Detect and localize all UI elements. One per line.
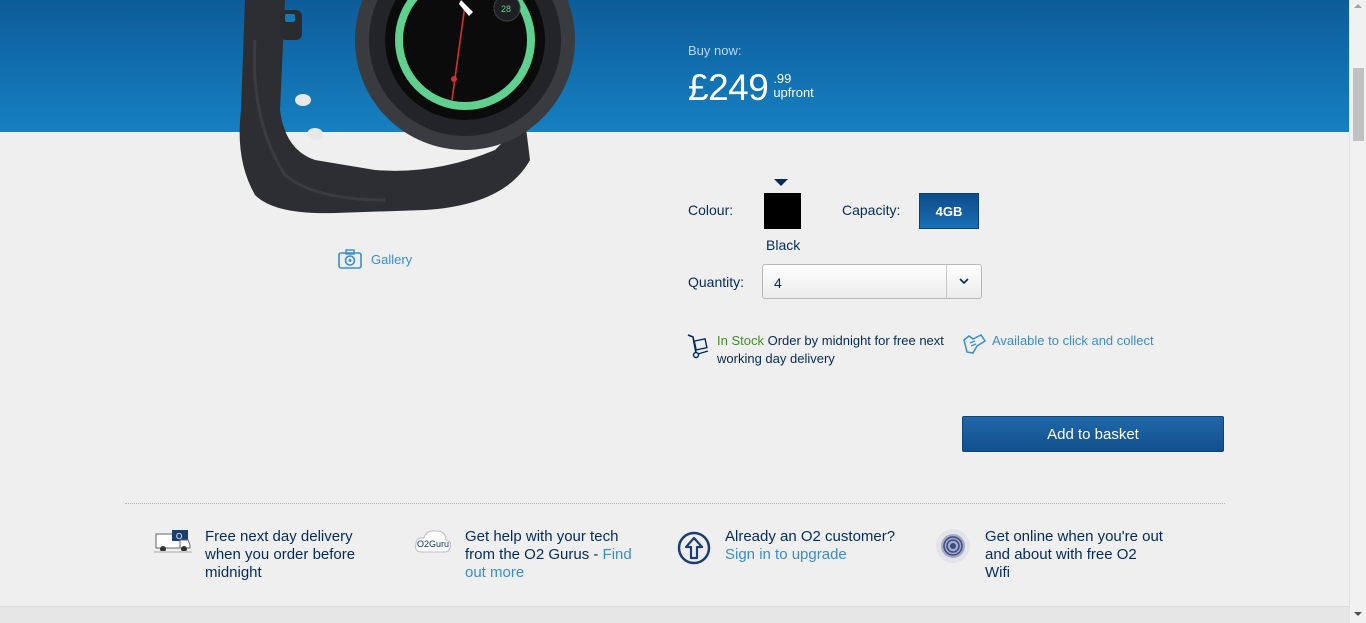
stock-info: In Stock Order by midnight for free next… <box>717 332 947 368</box>
quantity-select[interactable]: 4 <box>762 264 982 299</box>
click-collect-link[interactable]: Available to click and collect <box>992 332 1154 350</box>
capacity-option-4gb[interactable]: 4GB <box>919 193 979 229</box>
feature-upgrade: Already an O2 customer? Sign in to upgra… <box>725 528 915 564</box>
footer-band <box>0 606 1349 623</box>
scroll-down-icon[interactable] <box>1354 612 1362 616</box>
sign-in-upgrade-link[interactable]: Sign in to upgrade <box>725 546 847 563</box>
price-hero-banner <box>0 0 1349 132</box>
feature-gurus: Get help with your tech from the O2 Guru… <box>465 528 650 582</box>
price-amount: £249 <box>688 67 769 108</box>
feature-gurus-text: Get help with your tech from the O2 Guru… <box>465 528 619 563</box>
gallery-link[interactable]: Gallery <box>338 249 412 269</box>
delivery-van-icon: O <box>154 530 192 553</box>
chevron-down-icon <box>959 278 969 285</box>
feature-delivery: Free next day delivery when you order be… <box>205 528 385 582</box>
price-pence: .99 <box>773 71 792 86</box>
wifi-icon <box>936 529 970 563</box>
watch-face-number: 28 <box>501 4 511 14</box>
o2-guru-icon-label: O2Guru <box>417 539 449 549</box>
trolley-icon <box>687 334 709 359</box>
click-collect-icon <box>963 334 987 354</box>
camera-icon <box>338 249 362 269</box>
colour-label: Colour: <box>688 202 734 218</box>
selected-indicator-icon <box>774 179 788 186</box>
page-scrollbar[interactable] <box>1349 0 1366 623</box>
scrollbar-thumb[interactable] <box>1353 68 1364 141</box>
add-to-basket-button[interactable]: Add to basket <box>962 416 1224 452</box>
capacity-label: Capacity: <box>842 202 901 218</box>
price-suffix: upfront <box>773 85 814 100</box>
o2-guru-icon: O2Guru <box>415 530 451 553</box>
stock-status: In Stock <box>717 333 764 348</box>
feature-delivery-text: Free next day delivery when you order be… <box>205 528 356 581</box>
scroll-up-icon[interactable] <box>1354 4 1362 8</box>
section-divider <box>125 503 1225 504</box>
price: £249 .99 upfront <box>688 68 814 108</box>
feature-wifi: Get online when you're out and about wit… <box>985 528 1165 582</box>
upgrade-arrow-icon <box>677 531 711 565</box>
quantity-label: Quantity: <box>688 274 745 290</box>
feature-upgrade-text: Already an O2 customer? <box>725 528 896 545</box>
gallery-label: Gallery <box>371 251 413 267</box>
colour-name: Black <box>766 237 801 253</box>
quantity-value: 4 <box>774 275 782 291</box>
feature-wifi-text: Get online when you're out and about wit… <box>985 528 1163 581</box>
product-image: 28 <box>239 0 575 214</box>
buy-now-label: Buy now: <box>688 43 742 58</box>
select-divider <box>946 265 947 298</box>
colour-swatch-black[interactable] <box>764 193 801 229</box>
